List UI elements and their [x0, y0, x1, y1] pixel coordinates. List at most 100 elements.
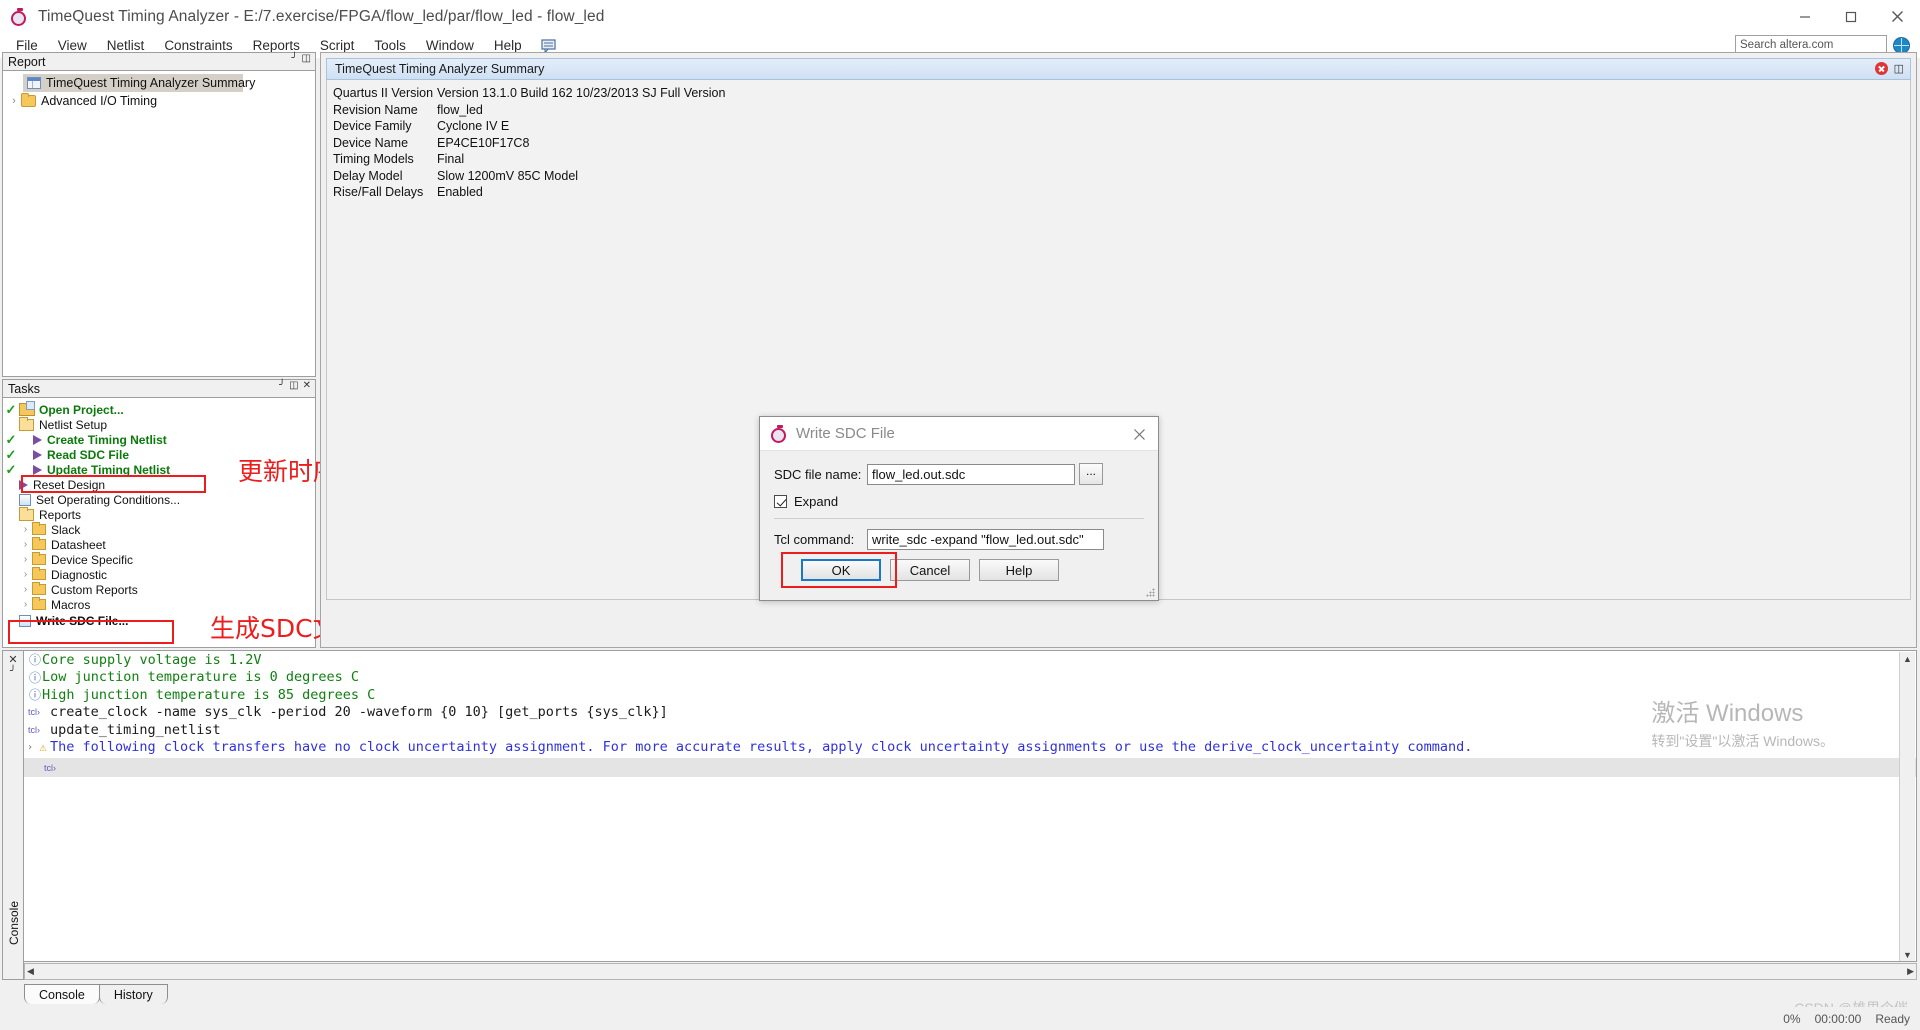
console-output[interactable]: ⓘ Core supply voltage is 1.2V ⓘ Low junc…: [24, 650, 1917, 962]
minimize-button[interactable]: [1782, 0, 1828, 33]
close-icon[interactable]: ✕: [3, 651, 23, 666]
chevron-right-icon[interactable]: ›: [19, 539, 32, 550]
progress-percent: 0%: [1783, 1011, 1801, 1026]
check-placeholder: ✓: [3, 493, 19, 506]
help-button[interactable]: Help: [979, 559, 1059, 581]
browse-button[interactable]: ...: [1079, 463, 1103, 485]
check-placeholder: ✓: [3, 598, 19, 611]
check-placeholder: ✓: [3, 478, 19, 491]
tcl-command-input[interactable]: write_sdc -expand "flow_led.out.sdc": [867, 529, 1104, 550]
task-reports[interactable]: ✓ Reports: [3, 506, 315, 522]
expand-checkbox[interactable]: [774, 495, 787, 508]
restore-icon[interactable]: ◫: [302, 54, 311, 64]
check-icon: ✓: [5, 462, 17, 477]
title-bar: TimeQuest Timing Analyzer - E:/7.exercis…: [0, 0, 1920, 33]
pin-icon[interactable]: ╯: [292, 54, 298, 64]
chevron-right-icon[interactable]: ›: [19, 569, 32, 580]
check-icon: ✓: [5, 447, 17, 462]
task-create-timing-netlist[interactable]: ✓ Create Timing Netlist: [3, 432, 315, 447]
task-label: Create Timing Netlist: [47, 432, 167, 447]
tcl-icon: tcl›: [28, 707, 40, 718]
project-folder-icon: [19, 401, 35, 416]
cancel-button[interactable]: Cancel: [890, 559, 970, 581]
folder-icon: [21, 93, 36, 107]
ok-button[interactable]: OK: [801, 559, 881, 581]
restore-icon[interactable]: ◫: [289, 381, 298, 391]
console-sidebar: ✕ ╯ Console: [2, 650, 24, 980]
summary-row: Quartus II Version Version 13.1.0 Build …: [327, 85, 1910, 102]
task-datasheet[interactable]: ✓ › Datasheet: [3, 537, 315, 552]
task-slack[interactable]: ✓ › Slack: [3, 522, 315, 537]
task-label: Reports: [39, 507, 82, 522]
info-icon: ⓘ: [28, 688, 41, 703]
sdc-file-name-input[interactable]: flow_led.out.sdc: [867, 463, 1075, 485]
close-doc-icon[interactable]: [1874, 62, 1888, 75]
task-diagnostic[interactable]: ✓ › Diagnostic: [3, 567, 315, 582]
play-icon: [33, 449, 42, 460]
chevron-right-icon[interactable]: ›: [19, 554, 32, 565]
summary-row: Device Name EP4CE10F17C8: [327, 135, 1910, 152]
tasks-panel-header: Tasks ╯ ◫ ✕: [2, 379, 316, 397]
task-label: Update Timing Netlist: [47, 462, 171, 477]
task-netlist-setup[interactable]: ✓ Netlist Setup: [3, 416, 315, 432]
console-horizontal-scrollbar[interactable]: ◀ ▶: [24, 963, 1917, 980]
resize-grip[interactable]: [1146, 588, 1155, 597]
console-panel: ✕ ╯ Console ⓘ Core supply voltage is 1.2…: [2, 650, 1917, 1005]
task-custom-reports[interactable]: ✓ › Custom Reports: [3, 582, 315, 597]
tasks-panel-title: Tasks: [8, 381, 40, 396]
scroll-left-icon[interactable]: ◀: [27, 966, 34, 977]
task-label: Netlist Setup: [39, 417, 108, 432]
task-label: Reset Design: [33, 477, 106, 492]
window-title: TimeQuest Timing Analyzer - E:/7.exercis…: [38, 7, 605, 25]
scroll-right-icon[interactable]: ▶: [1907, 966, 1914, 977]
chevron-right-icon[interactable]: ›: [19, 599, 32, 610]
chevron-right-icon[interactable]: ›: [19, 584, 32, 595]
summary-row: Timing Models Final: [327, 151, 1910, 168]
write-sdc-file-dialog: Write SDC File SDC file name: flow_led.o…: [759, 416, 1159, 601]
report-document-title: TimeQuest Timing Analyzer Summary: [335, 62, 545, 76]
pin-icon[interactable]: ╯: [3, 666, 23, 677]
summary-key: Timing Models: [333, 152, 414, 167]
task-label: Slack: [51, 522, 81, 537]
maximize-button[interactable]: [1828, 0, 1874, 33]
report-item-advanced-io[interactable]: › Advanced I/O Timing: [3, 92, 315, 110]
sdc-file-name-label: SDC file name:: [774, 466, 862, 482]
play-icon: [19, 479, 28, 490]
summary-value: Slow 1200mV 85C Model: [437, 168, 579, 183]
task-open-project[interactable]: ✓ Open Project...: [3, 401, 315, 417]
close-button[interactable]: [1874, 0, 1920, 33]
restore-doc-icon[interactable]: ◫: [1894, 62, 1904, 75]
report-document-header: TimeQuest Timing Analyzer Summary ◫: [326, 58, 1911, 80]
pin-icon[interactable]: ╯: [279, 381, 285, 391]
report-item-summary[interactable]: TimeQuest Timing Analyzer Summary: [23, 74, 255, 92]
console-prompt[interactable]: tcl›: [24, 758, 1916, 777]
sdc-file-name-row: SDC file name: flow_led.out.sdc ...: [774, 463, 1144, 485]
close-icon[interactable]: ✕: [303, 381, 311, 391]
console-line: › ⚠ The following clock transfers have n…: [24, 739, 1916, 757]
task-label: Custom Reports: [51, 582, 138, 597]
tab-console[interactable]: Console: [24, 984, 100, 1004]
tcl-command-label: Tcl command:: [774, 532, 855, 547]
report-tree[interactable]: TimeQuest Timing Analyzer Summary › Adva…: [2, 70, 316, 377]
table-icon: [27, 77, 41, 89]
folder-open-icon: [19, 506, 34, 521]
tab-history[interactable]: History: [98, 984, 168, 1004]
summary-row: Delay Model Slow 1200mV 85C Model: [327, 168, 1910, 185]
console-vertical-scrollbar[interactable]: ▲ ▼: [1899, 652, 1915, 961]
summary-value: Version 13.1.0 Build 162 10/23/2013 SJ F…: [437, 86, 726, 101]
scroll-down-icon[interactable]: ▼: [1903, 948, 1912, 961]
task-label: Set Operating Conditions...: [36, 492, 181, 507]
dialog-title-bar: Write SDC File: [760, 417, 1158, 451]
chevron-right-icon[interactable]: ›: [19, 524, 32, 535]
close-icon[interactable]: [1128, 423, 1150, 445]
chevron-right-icon[interactable]: ›: [24, 742, 36, 753]
divider: [774, 518, 1144, 519]
globe-icon[interactable]: [1893, 36, 1910, 54]
summary-key: Quartus II Version: [333, 86, 434, 101]
task-set-operating-conditions[interactable]: ✓ Set Operating Conditions...: [3, 492, 315, 507]
scroll-up-icon[interactable]: ▲: [1903, 652, 1912, 666]
folder-icon: [32, 552, 46, 565]
console-line: tcl› update_timing_netlist: [24, 721, 1916, 739]
task-device-specific[interactable]: ✓ › Device Specific: [3, 552, 315, 567]
chevron-right-icon[interactable]: ›: [7, 95, 21, 107]
